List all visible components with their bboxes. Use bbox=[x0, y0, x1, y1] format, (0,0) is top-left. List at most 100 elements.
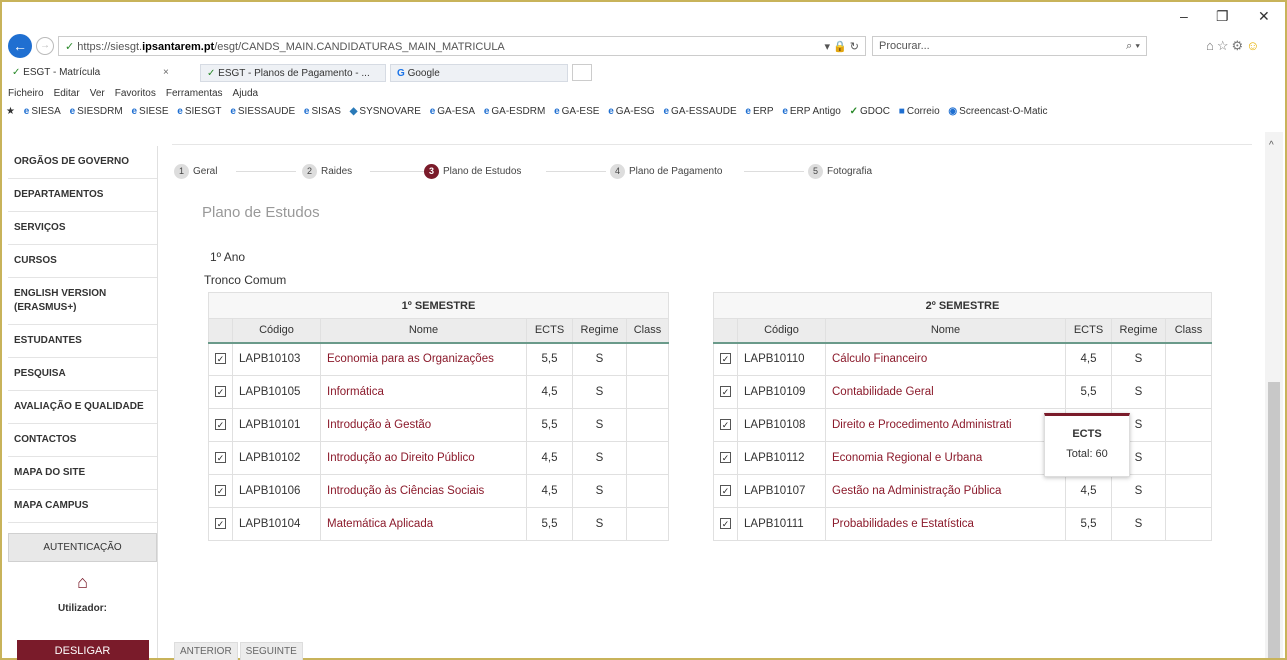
back-icon[interactable]: ← bbox=[8, 34, 32, 58]
fav-siessaude[interactable]: e SIESSAUDE bbox=[230, 106, 295, 117]
row-checkbox[interactable]: ✓ bbox=[208, 441, 233, 475]
minimize-icon[interactable]: – bbox=[1180, 8, 1188, 24]
step-plano-estudos[interactable]: 3 Plano de Estudos bbox=[424, 164, 521, 179]
cell-name-link[interactable]: Contabilidade Geral bbox=[825, 375, 1066, 409]
sidebar-item-orgaos[interactable]: ORGÃOS DE GOVERNO bbox=[8, 146, 157, 179]
menu-ficheiro[interactable]: Ficheiro bbox=[8, 88, 44, 99]
cell-name-link[interactable]: Economia Regional e Urbana bbox=[825, 441, 1066, 475]
row-checkbox[interactable]: ✓ bbox=[713, 507, 738, 541]
row-checkbox[interactable]: ✓ bbox=[713, 342, 738, 376]
step-geral[interactable]: 1 Geral bbox=[174, 164, 217, 179]
sidebar-item-pesquisa[interactable]: PESQUISA bbox=[8, 358, 157, 391]
cell-name-link[interactable]: Introdução à Gestão bbox=[320, 408, 527, 442]
fav-erp-antigo[interactable]: e ERP Antigo bbox=[782, 106, 841, 117]
row-checkbox[interactable]: ✓ bbox=[208, 474, 233, 508]
fav-siesgt[interactable]: e SIESGT bbox=[177, 106, 221, 117]
sidebar-item-avaliacao[interactable]: AVALIAÇÃO E QUALIDADE bbox=[8, 391, 157, 424]
step-raides[interactable]: 2 Raides bbox=[302, 164, 352, 179]
cell-name-link[interactable]: Economia para as Organizações bbox=[320, 342, 527, 376]
step-plano-pagamento[interactable]: 4 Plano de Pagamento bbox=[610, 164, 722, 179]
checkbox-checked-icon[interactable]: ✓ bbox=[720, 353, 731, 365]
fav-siese[interactable]: e SIESE bbox=[131, 106, 168, 117]
cell-name-link[interactable]: Direito e Procedimento Administrati bbox=[825, 408, 1066, 442]
maximize-icon[interactable]: ❐ bbox=[1216, 8, 1229, 25]
star-icon[interactable]: ☆ bbox=[1217, 38, 1232, 53]
menu-ajuda[interactable]: Ajuda bbox=[233, 88, 259, 99]
previous-button[interactable]: ANTERIOR bbox=[174, 642, 238, 660]
new-tab-button[interactable] bbox=[572, 64, 592, 81]
cell-name-link[interactable]: Introdução às Ciências Sociais bbox=[320, 474, 527, 508]
tab-matricula[interactable]: ✓ ESGT - Matrícula × bbox=[6, 64, 192, 82]
row-checkbox[interactable]: ✓ bbox=[713, 408, 738, 442]
checkbox-checked-icon[interactable]: ✓ bbox=[215, 485, 226, 496]
sidebar-item-mapa-campus[interactable]: MAPA CAMPUS bbox=[8, 490, 157, 523]
search-icon[interactable]: ⌕ ▾ bbox=[1126, 40, 1140, 53]
checkbox-checked-icon[interactable]: ✓ bbox=[215, 419, 226, 430]
cell-name-link[interactable]: Informática bbox=[320, 375, 527, 409]
refresh-icon[interactable]: ▾ 🔒 ↻ bbox=[824, 40, 859, 53]
forward-icon[interactable]: → bbox=[36, 37, 54, 55]
sidebar-item-estudantes[interactable]: ESTUDANTES bbox=[8, 325, 157, 358]
tab-close-icon[interactable]: × bbox=[163, 67, 169, 78]
sidebar-item-mapa-site[interactable]: MAPA DO SITE bbox=[8, 457, 157, 490]
menu-favoritos[interactable]: Favoritos bbox=[115, 88, 156, 99]
tab-planos[interactable]: ✓ ESGT - Planos de Pagamento - ... bbox=[200, 64, 386, 82]
fav-siesa[interactable]: e SIESA bbox=[24, 106, 61, 117]
row-checkbox[interactable]: ✓ bbox=[713, 474, 738, 508]
fav-gdoc[interactable]: ✓ GDOC bbox=[850, 106, 890, 117]
cell-name-link[interactable]: Matemática Aplicada bbox=[320, 507, 527, 541]
menu-ver[interactable]: Ver bbox=[90, 88, 105, 99]
checkbox-checked-icon[interactable]: ✓ bbox=[215, 353, 226, 365]
favorites-star-icon[interactable]: ★ bbox=[6, 106, 15, 117]
fav-ga-ese[interactable]: e GA-ESE bbox=[554, 106, 599, 117]
fav-correio[interactable]: ■ Correio bbox=[899, 106, 940, 117]
scroll-thumb[interactable] bbox=[1268, 382, 1280, 658]
menu-editar[interactable]: Editar bbox=[54, 88, 80, 99]
row-checkbox[interactable]: ✓ bbox=[208, 375, 233, 409]
cell-name-link[interactable]: Cálculo Financeiro bbox=[825, 342, 1066, 376]
gear-icon[interactable]: ⚙ bbox=[1232, 38, 1247, 53]
sidebar-item-cursos[interactable]: CURSOS bbox=[8, 245, 157, 278]
home-icon[interactable]: ⌂ bbox=[1206, 38, 1217, 53]
close-icon[interactable]: ✕ bbox=[1258, 8, 1270, 25]
fav-erp[interactable]: e ERP bbox=[745, 106, 773, 117]
cell-name-link[interactable]: Introdução ao Direito Público bbox=[320, 441, 527, 475]
checkbox-checked-icon[interactable]: ✓ bbox=[720, 485, 731, 496]
fav-siesdrm[interactable]: e SIESDRM bbox=[70, 106, 123, 117]
cell-name-link[interactable]: Gestão na Administração Pública bbox=[825, 474, 1066, 508]
checkbox-checked-icon[interactable]: ✓ bbox=[215, 452, 226, 463]
row-checkbox[interactable]: ✓ bbox=[208, 342, 233, 376]
next-button[interactable]: SEGUINTE bbox=[239, 642, 303, 660]
logout-button[interactable]: DESLIGAR bbox=[16, 640, 149, 660]
smiley-icon[interactable]: ☺ bbox=[1246, 38, 1262, 53]
fav-ga-esg[interactable]: e GA-ESG bbox=[608, 106, 654, 117]
scroll-up-icon[interactable]: ^ bbox=[1269, 140, 1274, 151]
sidebar-item-servicos[interactable]: SERVIÇOS bbox=[8, 212, 157, 245]
scrollbar[interactable]: ^ bbox=[1265, 132, 1283, 658]
address-bar[interactable]: ✓ https://siesgt.ipsantarem.pt/esgt/CAND… bbox=[58, 36, 866, 56]
checkbox-checked-icon[interactable]: ✓ bbox=[215, 518, 226, 529]
row-checkbox[interactable]: ✓ bbox=[713, 441, 738, 475]
fav-ga-esdrm[interactable]: e GA-ESDRM bbox=[484, 106, 545, 117]
sidebar-item-departamentos[interactable]: DEPARTAMENTOS bbox=[8, 179, 157, 212]
cell-name-link[interactable]: Probabilidades e Estatística bbox=[825, 507, 1066, 541]
fav-sisas[interactable]: e SISAS bbox=[304, 106, 341, 117]
checkbox-checked-icon[interactable]: ✓ bbox=[720, 419, 731, 430]
menu-ferramentas[interactable]: Ferramentas bbox=[166, 88, 223, 99]
row-checkbox[interactable]: ✓ bbox=[713, 375, 738, 409]
checkbox-checked-icon[interactable]: ✓ bbox=[720, 386, 731, 397]
fav-screencast[interactable]: ◉ Screencast-O-Matic bbox=[948, 106, 1047, 117]
row-checkbox[interactable]: ✓ bbox=[208, 507, 233, 541]
fav-sysnovare[interactable]: ◆ SYSNOVARE bbox=[350, 106, 421, 117]
checkbox-checked-icon[interactable]: ✓ bbox=[720, 518, 731, 529]
search-input[interactable]: Procurar... ⌕ ▾ bbox=[872, 36, 1147, 56]
checkbox-checked-icon[interactable]: ✓ bbox=[720, 452, 731, 463]
fav-ga-essaude[interactable]: e GA-ESSAUDE bbox=[663, 106, 736, 117]
row-checkbox[interactable]: ✓ bbox=[208, 408, 233, 442]
sidebar-item-contactos[interactable]: CONTACTOS bbox=[8, 424, 157, 457]
tab-google[interactable]: G Google bbox=[390, 64, 568, 82]
step-fotografia[interactable]: 5 Fotografia bbox=[808, 164, 872, 179]
home-icon[interactable]: ⌂ bbox=[8, 572, 157, 593]
fav-ga-esa[interactable]: e GA-ESA bbox=[430, 106, 475, 117]
checkbox-checked-icon[interactable]: ✓ bbox=[215, 386, 226, 397]
